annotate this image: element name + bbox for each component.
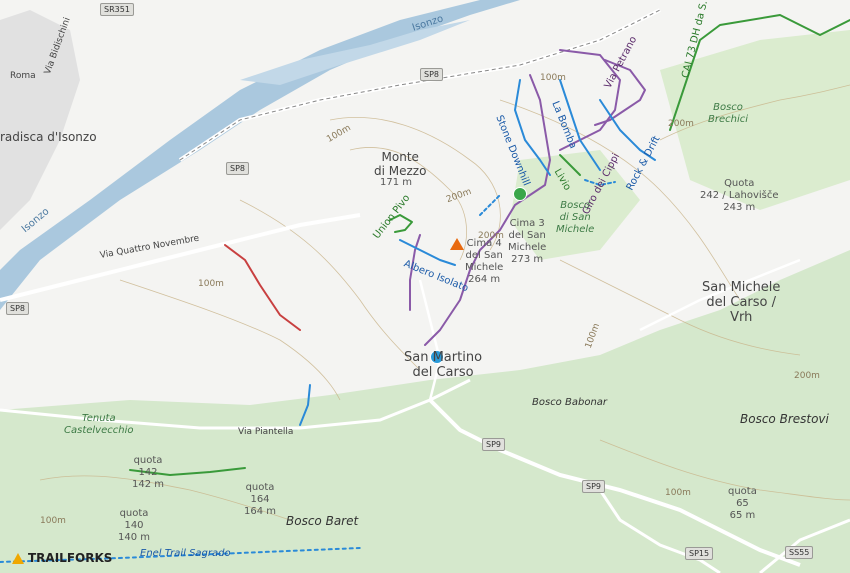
peak-label: quota 142 142 m — [132, 455, 165, 490]
town-label: San Michele del Carso / Vrh — [702, 280, 781, 325]
street-label: Roma — [10, 71, 36, 81]
peak-label: quota 164 164 m — [244, 482, 277, 517]
forest-label: Bosco Brestovi — [740, 412, 829, 426]
road-shield: SP8 — [420, 68, 443, 81]
brand-logo[interactable]: TRAILFORKS — [12, 551, 112, 565]
contour-label: 100m — [198, 279, 224, 289]
forest-label: Bosco Babonar — [532, 397, 608, 408]
peak-label: quota 65 65 m — [728, 486, 757, 521]
peak-label: quota 140 140 m — [118, 508, 151, 543]
contour-label: 200m — [794, 371, 820, 381]
peak-elevation: 171 m — [380, 177, 413, 188]
trailforks-logo-icon — [12, 552, 24, 564]
place-label: radisca d'Isonzo — [0, 130, 97, 144]
brand-name: TRAILFORKS — [28, 551, 113, 565]
river-isonzo — [0, 0, 520, 310]
warning-icon[interactable] — [450, 238, 464, 250]
contour-label: 100m — [540, 73, 566, 83]
road-shield: SP8 — [226, 162, 249, 175]
road-shield: SP8 — [6, 302, 29, 315]
road-shield: SP15 — [685, 547, 714, 560]
contour-label: 200m — [668, 119, 694, 129]
road-shield: SR351 — [100, 3, 134, 16]
forest-label: Bosco Brechici — [708, 102, 749, 125]
peak-label: Quota 242 / Lahovišče 243 m — [700, 178, 779, 213]
trail-label[interactable]: Enel Trail Sagrado — [140, 548, 231, 560]
trailhead-icon[interactable] — [513, 187, 527, 201]
peak-label: Cima 4 del San Michele 264 m — [465, 238, 504, 285]
contour-label: 100m — [665, 488, 691, 498]
peak-name: Monte di Mezzo — [374, 150, 427, 178]
road-shield: SP9 — [482, 438, 505, 451]
place-label: Tenuta Castelvecchio — [64, 413, 134, 436]
peak-label: Cima 3 del San Michele 273 m — [508, 218, 547, 265]
contour-label: 100m — [40, 516, 66, 526]
road-shield: SS55 — [785, 546, 814, 559]
contour-label: 200m — [478, 231, 504, 241]
urban-area — [0, 10, 80, 230]
street-label: Via Piantella — [238, 427, 294, 437]
town-label: San Martino del Carso — [404, 350, 483, 380]
forest-label: Bosco Baret — [286, 514, 359, 528]
map-canvas[interactable]: SR351 SP8 SP8 SP8 SP9 SP9 SP15 SS55 radi… — [0, 0, 850, 573]
road-shield: SP9 — [582, 480, 605, 493]
